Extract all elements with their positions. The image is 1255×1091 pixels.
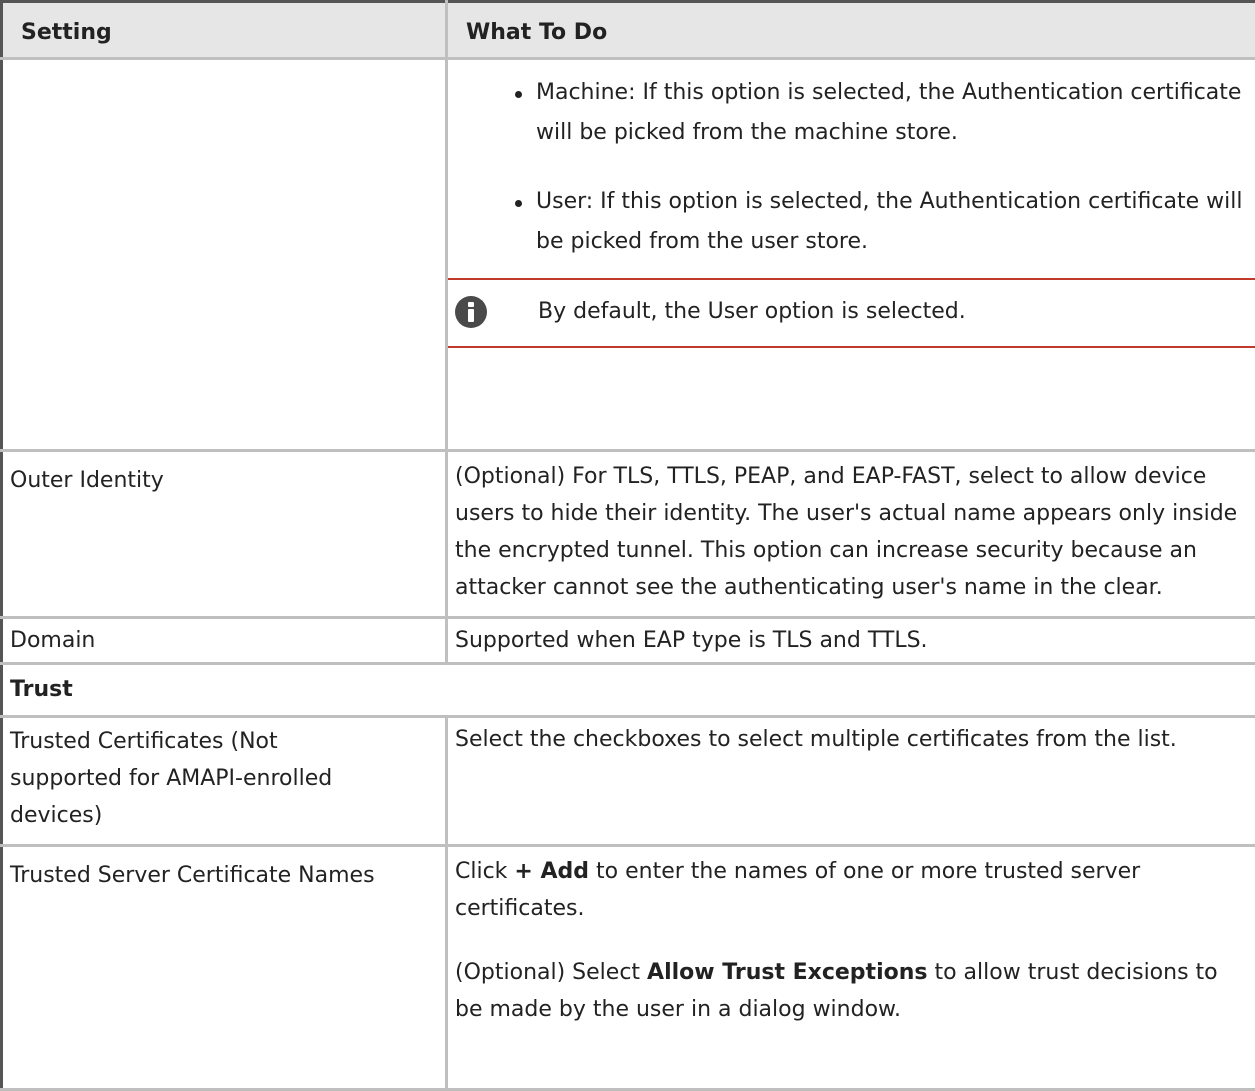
add-instruction: Click + Add to enter the names of one or… <box>455 853 1252 927</box>
description-trusted-server-names: Click + Add to enter the names of one or… <box>447 846 1255 1090</box>
section-title-trust: Trust <box>2 664 1255 717</box>
column-header-setting: Setting <box>2 2 447 59</box>
option-machine-text: Machine: If this option is selected, the… <box>536 80 1241 145</box>
table-row: Trusted Certificates (Not supported for … <box>2 717 1255 846</box>
description-cell: Machine: If this option is selected, the… <box>447 59 1255 451</box>
outer-identity-text: (Optional) For TLS, TTLS, PEAP, and EAP-… <box>455 458 1252 606</box>
add-instruction-pre: Click <box>455 859 514 884</box>
note-box: By default, the User option is selected. <box>448 278 1255 348</box>
list-item: User: If this option is selected, the Au… <box>536 180 1252 262</box>
bullet-icon <box>515 200 522 207</box>
note-text: By default, the User option is selected. <box>538 294 966 330</box>
table-row: Machine: If this option is selected, the… <box>2 59 1255 451</box>
setting-trusted-server-names: Trusted Server Certificate Names <box>2 846 447 1090</box>
table-header-row: Setting What To Do <box>2 2 1255 59</box>
description-outer-identity: (Optional) For TLS, TTLS, PEAP, and EAP-… <box>447 451 1255 618</box>
table-row: Domain Supported when EAP type is TLS an… <box>2 618 1255 664</box>
trust-exceptions-pre: (Optional) Select <box>455 960 647 985</box>
list-item: Machine: If this option is selected, the… <box>536 71 1252 153</box>
allow-trust-exceptions-label: Allow Trust Exceptions <box>647 960 927 985</box>
description-trusted-certificates: Select the checkboxes to select multiple… <box>447 717 1255 846</box>
trust-exceptions-instruction: (Optional) Select Allow Trust Exceptions… <box>455 954 1252 1028</box>
setting-trusted-certificates: Trusted Certificates (Not supported for … <box>2 717 447 846</box>
add-label: + Add <box>514 859 589 884</box>
setting-outer-identity: Outer Identity <box>2 451 447 618</box>
table-row: Outer Identity (Optional) For TLS, TTLS,… <box>2 451 1255 618</box>
setting-domain: Domain <box>2 618 447 664</box>
setting-cell-empty <box>2 59 447 451</box>
option-user-text: User: If this option is selected, the Au… <box>536 189 1242 254</box>
info-icon-stem <box>468 309 474 322</box>
description-domain: Supported when EAP type is TLS and TTLS. <box>447 618 1255 664</box>
section-row-trust: Trust <box>2 664 1255 717</box>
settings-table: Setting What To Do Machine: If this opti… <box>0 0 1255 1091</box>
bullet-icon <box>515 91 522 98</box>
column-header-what-to-do: What To Do <box>447 2 1255 59</box>
store-options-list: Machine: If this option is selected, the… <box>455 71 1252 262</box>
info-icon-dot <box>468 302 474 307</box>
table-row: Trusted Server Certificate Names Click +… <box>2 846 1255 1090</box>
info-icon <box>455 296 487 328</box>
